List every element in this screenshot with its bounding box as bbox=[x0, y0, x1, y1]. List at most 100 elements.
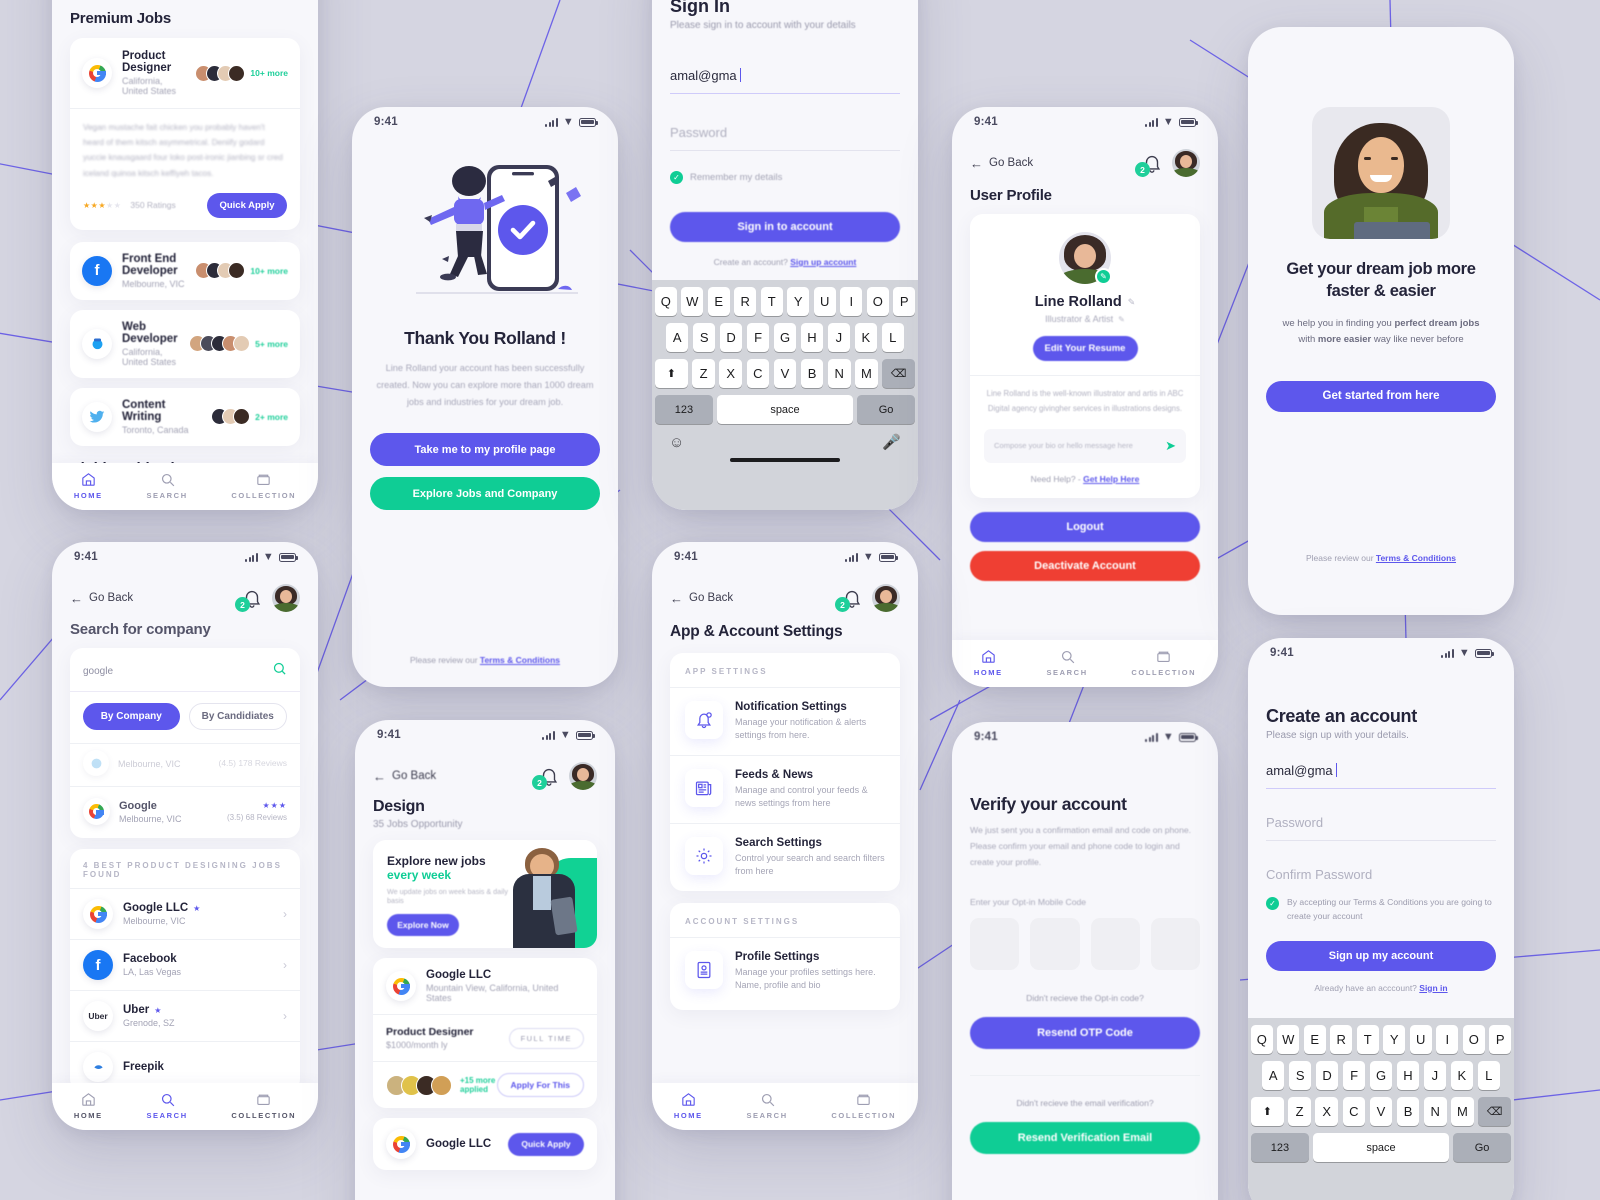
tab-home[interactable]: HOME bbox=[974, 648, 1003, 677]
otp-inputs[interactable] bbox=[970, 917, 1200, 970]
otp-box-3[interactable] bbox=[1090, 917, 1140, 970]
edit-name-icon[interactable]: ✎ bbox=[1128, 297, 1136, 308]
virtual-keyboard[interactable]: Q W E R T Y U I O P A S D F G H J K L ⬆ … bbox=[652, 280, 918, 510]
quick-apply-button[interactable]: Quick Apply bbox=[207, 192, 287, 218]
tab-home[interactable]: HOME bbox=[74, 471, 103, 500]
company-row-peek[interactable]: Melbourne, VIC (4.5) 178 Reviews bbox=[70, 744, 300, 786]
quick-apply-button[interactable]: Quick Apply bbox=[508, 1132, 584, 1156]
backspace-key[interactable]: ⌫ bbox=[1478, 1097, 1511, 1126]
tab-collection[interactable]: COLLECTION bbox=[831, 1091, 896, 1120]
tab-collection[interactable]: COLLECTION bbox=[1131, 648, 1196, 677]
key-x[interactable]: X bbox=[1315, 1097, 1339, 1126]
key-i[interactable]: I bbox=[840, 287, 863, 316]
list-item[interactable]: f Facebook LA, Las Vegas › bbox=[70, 940, 300, 990]
tab-collection[interactable]: COLLECTION bbox=[231, 1091, 296, 1120]
sign-in-link[interactable]: Sign in bbox=[1419, 983, 1447, 993]
filter-by-candidates-button[interactable]: By Candidiates bbox=[188, 703, 287, 730]
email-field[interactable]: amal@gma bbox=[1266, 762, 1496, 789]
key-j[interactable]: J bbox=[827, 323, 851, 352]
key-b[interactable]: B bbox=[800, 359, 824, 388]
key-y[interactable]: Y bbox=[787, 287, 810, 316]
avatar[interactable] bbox=[272, 584, 300, 612]
settings-item-notification[interactable]: Notification Settings Manage your notifi… bbox=[670, 688, 900, 755]
avatar[interactable] bbox=[1172, 149, 1200, 177]
promo-banner[interactable]: Explore new jobs every week We update jo… bbox=[373, 840, 597, 948]
key-l[interactable]: L bbox=[1477, 1061, 1500, 1090]
sign-up-button[interactable]: Sign up my account bbox=[1266, 940, 1496, 971]
edit-resume-button[interactable]: Edit Your Resume bbox=[1032, 336, 1138, 361]
key-r[interactable]: R bbox=[1330, 1025, 1353, 1054]
job-row[interactable]: Content Writing Toronto, Canada 2+ more bbox=[70, 387, 300, 446]
key-o[interactable]: O bbox=[866, 287, 889, 316]
search-icon[interactable] bbox=[272, 661, 287, 681]
deactivate-account-button[interactable]: Deactivate Account bbox=[970, 550, 1200, 581]
search-input[interactable]: google bbox=[70, 648, 300, 692]
key-g[interactable]: G bbox=[773, 323, 797, 352]
confirm-password-field[interactable]: Confirm Password bbox=[1266, 866, 1496, 892]
filter-by-company-button[interactable]: By Company bbox=[83, 703, 180, 730]
space-key[interactable]: space bbox=[717, 395, 853, 424]
key-w[interactable]: W bbox=[681, 287, 704, 316]
key-e[interactable]: E bbox=[707, 287, 730, 316]
numbers-key[interactable]: 123 bbox=[655, 395, 713, 424]
settings-item-feeds[interactable]: Feeds & News Manage and control your fee… bbox=[670, 756, 900, 823]
key-a[interactable]: A bbox=[1262, 1061, 1285, 1090]
key-i[interactable]: I bbox=[1436, 1025, 1459, 1054]
bell-icon[interactable]: 2 bbox=[532, 765, 560, 790]
password-field[interactable]: Password bbox=[670, 124, 900, 151]
bell-icon[interactable]: 2 bbox=[235, 587, 263, 612]
otp-box-1[interactable] bbox=[970, 917, 1020, 970]
key-s[interactable]: S bbox=[692, 323, 716, 352]
otp-box-4[interactable] bbox=[1150, 917, 1200, 970]
key-u[interactable]: U bbox=[1409, 1025, 1432, 1054]
key-h[interactable]: H bbox=[800, 323, 824, 352]
apply-for-this-button[interactable]: Apply For This bbox=[496, 1073, 584, 1097]
profile-page-button[interactable]: Take me to my profile page bbox=[370, 433, 600, 467]
settings-item-search[interactable]: Search Settings Control your search and … bbox=[670, 824, 900, 891]
key-y[interactable]: Y bbox=[1383, 1025, 1406, 1054]
key-v[interactable]: V bbox=[1369, 1097, 1393, 1126]
key-x[interactable]: X bbox=[719, 359, 743, 388]
key-n[interactable]: N bbox=[827, 359, 851, 388]
tab-search[interactable]: SEARCH bbox=[1046, 648, 1087, 677]
key-j[interactable]: J bbox=[1423, 1061, 1447, 1090]
otp-box-2[interactable] bbox=[1030, 917, 1080, 970]
terms-link[interactable]: Terms & Conditions bbox=[1376, 553, 1456, 563]
resend-otp-button[interactable]: Resend OTP Code bbox=[970, 1016, 1200, 1049]
get-help-link[interactable]: Get Help Here bbox=[1083, 474, 1139, 484]
key-d[interactable]: D bbox=[1315, 1061, 1339, 1090]
job-listing-card[interactable]: Google LLC Quick Apply bbox=[373, 1118, 597, 1170]
edit-role-icon[interactable]: ✎ bbox=[1118, 315, 1125, 324]
key-t[interactable]: T bbox=[760, 287, 783, 316]
avatar[interactable] bbox=[872, 584, 900, 612]
key-g[interactable]: G bbox=[1369, 1061, 1393, 1090]
avatar[interactable] bbox=[569, 762, 597, 790]
go-back-button[interactable]: ← Go Back bbox=[670, 592, 733, 605]
resend-email-button[interactable]: Resend Verification Email bbox=[970, 1121, 1200, 1154]
terms-checkbox-row[interactable]: ✓ By accepting our Terms & Conditions yo… bbox=[1266, 896, 1496, 924]
shift-key[interactable]: ⬆ bbox=[655, 359, 688, 388]
key-v[interactable]: V bbox=[773, 359, 797, 388]
numbers-key[interactable]: 123 bbox=[1251, 1133, 1309, 1162]
key-m[interactable]: M bbox=[1451, 1097, 1474, 1126]
key-k[interactable]: K bbox=[854, 323, 878, 352]
send-icon[interactable]: ➤ bbox=[1165, 438, 1176, 454]
key-o[interactable]: O bbox=[1462, 1025, 1485, 1054]
key-c[interactable]: C bbox=[1342, 1097, 1366, 1126]
tab-search[interactable]: SEARCH bbox=[146, 471, 187, 500]
key-q[interactable]: Q bbox=[654, 287, 677, 316]
key-n[interactable]: N bbox=[1423, 1097, 1447, 1126]
bell-icon[interactable]: 2 bbox=[1135, 152, 1163, 177]
key-u[interactable]: U bbox=[813, 287, 836, 316]
go-key[interactable]: Go bbox=[857, 395, 915, 424]
terms-link[interactable]: Terms & Conditions bbox=[480, 655, 560, 665]
key-k[interactable]: K bbox=[1450, 1061, 1474, 1090]
edit-photo-icon[interactable]: ✎ bbox=[1095, 268, 1112, 285]
key-m[interactable]: M bbox=[855, 359, 878, 388]
key-f[interactable]: F bbox=[1342, 1061, 1366, 1090]
key-z[interactable]: Z bbox=[1288, 1097, 1311, 1126]
key-c[interactable]: C bbox=[746, 359, 770, 388]
key-p[interactable]: P bbox=[1489, 1025, 1512, 1054]
tab-collection[interactable]: COLLECTION bbox=[231, 471, 296, 500]
go-back-button[interactable]: ← Go Back bbox=[373, 770, 436, 783]
